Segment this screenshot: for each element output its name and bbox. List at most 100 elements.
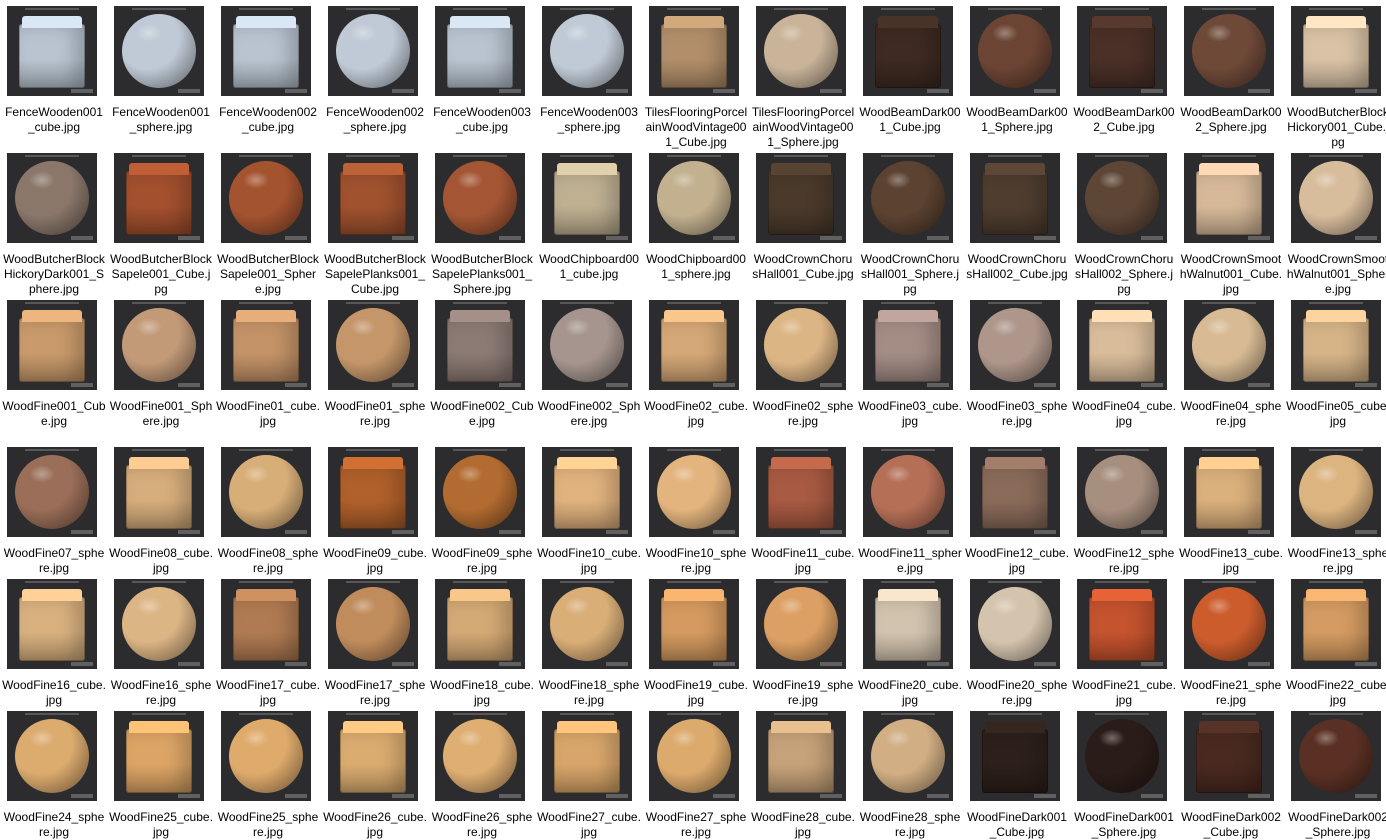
thumbnail-logo-mark <box>285 662 307 666</box>
thumbnail-header-strip <box>881 155 935 157</box>
thumbnail-logo-mark <box>392 236 414 240</box>
sphere-preview <box>336 14 410 88</box>
file-name-label: WoodFine001_Cube.jpg <box>2 399 106 428</box>
thumbnail-logo-mark <box>71 236 93 240</box>
file-name-label: WoodFine28_cube.jpg <box>751 810 855 839</box>
file-thumbnail <box>221 153 311 243</box>
sphere-preview <box>1085 455 1159 529</box>
file-name-label: WoodFine22_cube.jpg <box>1286 678 1386 707</box>
thumbnail-logo-mark <box>927 530 949 534</box>
file-thumbnail <box>1184 711 1274 801</box>
sphere-preview <box>1085 161 1159 235</box>
file-name-label: WoodBeamDark001_Cube.jpg <box>859 105 961 134</box>
file-thumbnail <box>970 711 1060 801</box>
file-thumbnail <box>328 6 418 96</box>
file-thumbnail <box>970 6 1060 96</box>
thumbnail-header-strip <box>1202 713 1256 715</box>
thumbnail-logo-mark <box>499 794 521 798</box>
file-thumbnail <box>435 153 525 243</box>
file-thumbnail <box>7 447 97 537</box>
thumbnail-header-strip <box>667 449 721 451</box>
thumbnail-header-strip <box>132 581 186 583</box>
sphere-preview <box>229 161 303 235</box>
cube-preview <box>19 16 85 88</box>
thumbnail-header-strip <box>25 155 79 157</box>
thumbnail-logo-mark <box>1355 662 1377 666</box>
file-name-label: WoodFine25_sphere.jpg <box>217 810 319 839</box>
file-thumbnail <box>649 579 739 669</box>
thumbnail-logo-mark <box>1248 89 1270 93</box>
thumbnail-header-strip <box>1309 8 1363 10</box>
file-thumbnail <box>328 579 418 669</box>
thumbnail-logo-mark <box>606 89 628 93</box>
thumbnail-logo-mark <box>606 530 628 534</box>
thumbnail-logo-mark <box>1248 662 1270 666</box>
thumbnail-logo-mark <box>713 662 735 666</box>
thumbnail-logo-mark <box>285 236 307 240</box>
thumbnail-logo-mark <box>1248 236 1270 240</box>
thumbnail-logo-mark <box>1355 530 1377 534</box>
thumbnail-header-strip <box>988 155 1042 157</box>
thumbnail-logo-mark <box>71 89 93 93</box>
thumbnail-header-strip <box>1095 8 1149 10</box>
file-thumbnail <box>7 711 97 801</box>
cube-preview <box>1089 16 1155 88</box>
cube-preview <box>233 16 299 88</box>
cube-preview <box>1303 16 1369 88</box>
thumbnail-header-strip <box>1202 581 1256 583</box>
cube-preview <box>661 310 727 382</box>
cube-preview <box>340 721 406 793</box>
thumbnail-header-strip <box>346 713 400 715</box>
file-name-label: WoodFine02_cube.jpg <box>644 399 748 428</box>
file-thumbnail <box>970 153 1060 243</box>
thumbnail-header-strip <box>132 8 186 10</box>
sphere-preview <box>336 587 410 661</box>
thumbnail-logo-mark <box>1141 794 1163 798</box>
file-name-label: WoodFine21_sphere.jpg <box>1180 678 1282 707</box>
sphere-preview <box>1085 719 1159 793</box>
file-thumbnail <box>7 579 97 669</box>
file-name-label: WoodChipboard001_sphere.jpg <box>646 252 746 281</box>
file-name-label: WoodBeamDark002_Sphere.jpg <box>1180 105 1282 134</box>
thumbnail-header-strip <box>453 155 507 157</box>
thumbnail-header-strip <box>453 581 507 583</box>
file-name-label: WoodCrownChorusHall001_Cube.jpg <box>752 252 854 281</box>
cube-preview <box>1303 589 1369 661</box>
file-thumbnail <box>221 6 311 96</box>
thumbnail-logo-mark <box>499 236 521 240</box>
thumbnail-logo-mark <box>499 89 521 93</box>
thumbnail-logo-mark <box>1034 662 1056 666</box>
file-thumbnail <box>756 153 846 243</box>
thumbnail-header-strip <box>988 713 1042 715</box>
thumbnail-logo-mark <box>1141 383 1163 387</box>
cube-preview <box>554 163 620 235</box>
thumbnail-logo-mark <box>499 530 521 534</box>
cube-preview <box>447 589 513 661</box>
file-name-label: WoodFine001_Sphere.jpg <box>109 399 213 428</box>
thumbnail-logo-mark <box>1034 530 1056 534</box>
thumbnail-header-strip <box>1095 449 1149 451</box>
thumbnail-logo-mark <box>820 662 842 666</box>
file-name-label: WoodFine26_sphere.jpg <box>431 810 533 839</box>
file-thumbnail <box>970 447 1060 537</box>
file-thumbnail <box>756 300 846 390</box>
thumbnail-header-strip <box>1095 713 1149 715</box>
thumbnail-logo-mark <box>1141 89 1163 93</box>
file-thumbnail <box>1077 6 1167 96</box>
thumbnail-header-strip <box>239 449 293 451</box>
file-name-label: WoodFine13_sphere.jpg <box>1287 546 1386 575</box>
thumbnail-logo-mark <box>713 236 735 240</box>
file-name-label: WoodButcherBlockHickory001_Cube.jpg <box>1287 105 1386 149</box>
sphere-preview <box>978 14 1052 88</box>
thumbnail-header-strip <box>239 581 293 583</box>
file-thumbnail <box>7 300 97 390</box>
cube-preview <box>875 310 941 382</box>
cube-preview <box>1089 310 1155 382</box>
file-name-label: WoodCrownChorusHall002_Cube.jpg <box>966 252 1068 281</box>
file-thumbnail <box>649 6 739 96</box>
thumbnail-header-strip <box>25 449 79 451</box>
thumbnail-logo-mark <box>1034 236 1056 240</box>
file-name-label: WoodFine24_sphere.jpg <box>3 810 105 839</box>
thumbnail-header-strip <box>881 713 935 715</box>
thumbnail-header-strip <box>1202 8 1256 10</box>
